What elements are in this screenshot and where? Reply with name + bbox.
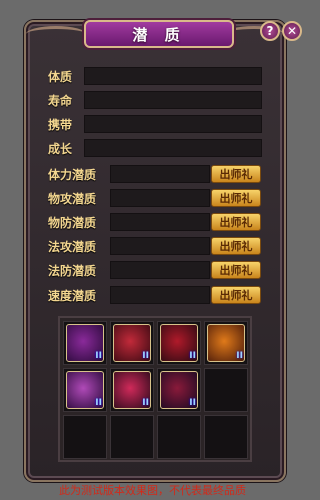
skill-slot[interactable]: II <box>63 321 107 365</box>
skill-slot[interactable]: II <box>204 321 248 365</box>
graduation-gift-button[interactable]: 出师礼 <box>211 189 261 207</box>
skill-level-tag: II <box>142 398 149 408</box>
info-field-label: 携带 <box>48 117 73 132</box>
info-field-value <box>84 139 262 157</box>
blood-drop-skill-icon[interactable]: II <box>160 324 198 362</box>
potential-label: 法防潜质 <box>48 263 97 278</box>
title-plate: 潜 质 <box>84 20 234 48</box>
info-field-row: 体质 <box>48 66 262 86</box>
graduation-gift-button[interactable]: 出师礼 <box>211 213 261 231</box>
potential-value <box>110 286 210 304</box>
info-field-value <box>84 67 262 85</box>
info-field-row: 寿命 <box>48 90 262 110</box>
footer-note: 此为测试版本效果图，不代表最终品质 <box>59 484 246 497</box>
info-field-row: 携带 <box>48 114 262 134</box>
potential-value <box>110 261 210 279</box>
empty-skill-slot[interactable] <box>157 415 201 459</box>
skill-grid: II II II II II II II <box>58 316 252 462</box>
purple-slash-skill-icon[interactable]: II <box>66 324 104 362</box>
shield-skill-icon[interactable]: II <box>66 371 104 409</box>
graduation-gift-button[interactable]: 出师礼 <box>211 237 261 255</box>
potential-label: 速度潜质 <box>48 288 97 303</box>
potential-row: 物防潜质 出师礼 <box>48 212 262 232</box>
help-button[interactable]: ? <box>260 21 280 41</box>
potential-value <box>110 165 210 183</box>
phoenix-skill-icon[interactable]: II <box>113 371 151 409</box>
potential-row: 物攻潜质 出师礼 <box>48 188 262 208</box>
potential-row: 速度潜质 出师礼 <box>48 285 262 305</box>
skill-slot[interactable]: II <box>63 368 107 412</box>
skill-level-tag: II <box>142 351 149 361</box>
info-field-label: 体质 <box>48 69 73 84</box>
potential-label: 物攻潜质 <box>48 191 97 206</box>
skill-level-tag: II <box>236 351 243 361</box>
skill-slot[interactable]: II <box>110 321 154 365</box>
graduation-gift-button[interactable]: 出师礼 <box>211 286 261 304</box>
potential-value <box>110 237 210 255</box>
graduation-gift-button[interactable]: 出师礼 <box>211 261 261 279</box>
skill-slot[interactable]: II <box>157 321 201 365</box>
comet-skill-icon[interactable]: II <box>160 371 198 409</box>
empty-skill-slot[interactable] <box>204 368 248 412</box>
skill-slot[interactable]: II <box>157 368 201 412</box>
skill-level-tag: II <box>95 398 102 408</box>
window-title: 潜 质 <box>132 25 186 44</box>
info-field-value <box>84 91 262 109</box>
info-field-row: 成长 <box>48 138 262 158</box>
skill-slot[interactable]: II <box>110 368 154 412</box>
empty-skill-slot[interactable] <box>63 415 107 459</box>
skill-level-tag: II <box>189 351 196 361</box>
potential-label: 物防潜质 <box>48 215 97 230</box>
potential-label: 体力潜质 <box>48 167 97 182</box>
potential-row: 法攻潜质 出师礼 <box>48 236 262 256</box>
empty-skill-slot[interactable] <box>204 415 248 459</box>
skill-level-tag: II <box>95 351 102 361</box>
potential-label: 法攻潜质 <box>48 239 97 254</box>
fire-fist-skill-icon[interactable]: II <box>207 324 245 362</box>
left-ornament <box>26 26 86 42</box>
empty-skill-slot[interactable] <box>110 415 154 459</box>
potential-row: 体力潜质 出师礼 <box>48 164 262 184</box>
potential-row: 法防潜质 出师礼 <box>48 260 262 280</box>
graduation-gift-button[interactable]: 出师礼 <box>211 165 261 183</box>
info-field-label: 成长 <box>48 141 73 156</box>
close-button[interactable]: ✕ <box>282 21 302 41</box>
potential-value <box>110 189 210 207</box>
skill-level-tag: II <box>189 398 196 408</box>
red-claw-skill-icon[interactable]: II <box>113 324 151 362</box>
info-field-label: 寿命 <box>48 93 73 108</box>
info-field-value <box>84 115 262 133</box>
title-bar: 潜 质 ? ✕ <box>22 10 302 50</box>
potential-value <box>110 213 210 231</box>
